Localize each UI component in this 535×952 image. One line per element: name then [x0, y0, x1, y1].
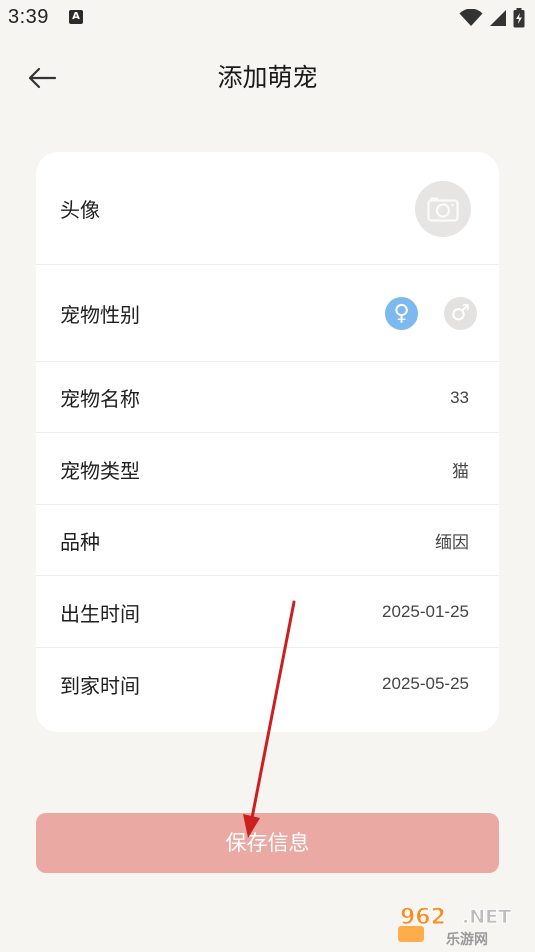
pet-type-row[interactable]: 宠物类型 猫	[36, 433, 499, 505]
notification-a-icon: A	[69, 10, 83, 24]
female-symbol-icon: ♀	[393, 301, 410, 326]
wifi-icon	[459, 9, 483, 26]
pet-form-card: 头像 宠物性别 ♀ ♂ 宠物名称 33 宠物类型 猫 品种 缅因 出生时间 20…	[36, 152, 499, 732]
male-symbol-icon: ♂	[450, 301, 471, 326]
save-info-button[interactable]: 保存信息	[36, 813, 499, 873]
svg-text:962: 962	[400, 905, 446, 930]
breed-label: 品种	[60, 530, 100, 554]
status-time: 3:39	[8, 6, 49, 28]
svg-text:.NET: .NET	[462, 906, 511, 928]
svg-text:乐游网: 乐游网	[446, 931, 488, 948]
avatar-label: 头像	[60, 198, 100, 222]
birth-date-row[interactable]: 出生时间 2025-01-25	[36, 576, 499, 648]
avatar-row[interactable]: 头像	[36, 152, 499, 265]
camera-icon	[427, 197, 459, 222]
pet-name-label: 宠物名称	[60, 387, 140, 411]
home-date-label: 到家时间	[60, 673, 140, 698]
arrow-left-icon	[28, 67, 57, 89]
birth-date-value: 2025-01-25	[382, 602, 469, 621]
gender-options: ♀ ♂	[385, 297, 477, 330]
birth-date-label: 出生时间	[60, 601, 140, 626]
female-option-button[interactable]: ♀	[385, 297, 418, 330]
home-date-value: 2025-05-25	[382, 674, 469, 693]
status-icons	[459, 7, 525, 29]
pet-type-value: 猫	[452, 461, 469, 481]
pet-name-value: 33	[450, 387, 469, 407]
home-date-row[interactable]: 到家时间 2025-05-25	[36, 648, 499, 720]
watermark-logo: 962 .NET 乐游网	[396, 900, 531, 948]
gender-row: 宠物性别 ♀ ♂	[36, 265, 499, 362]
page-title: 添加萌宠	[217, 63, 318, 92]
breed-row[interactable]: 品种 缅因	[36, 505, 499, 576]
avatar-picker-button[interactable]	[415, 180, 471, 237]
battery-icon	[513, 8, 525, 28]
pet-type-label: 宠物类型	[60, 458, 140, 483]
back-button[interactable]	[22, 58, 62, 98]
male-option-button[interactable]: ♂	[444, 297, 477, 330]
breed-value: 缅因	[435, 533, 469, 552]
status-bar: 3:39 A	[0, 0, 535, 36]
gender-label: 宠物性别	[60, 303, 140, 327]
pet-name-row[interactable]: 宠物名称 33	[36, 362, 499, 433]
signal-icon	[490, 10, 506, 26]
